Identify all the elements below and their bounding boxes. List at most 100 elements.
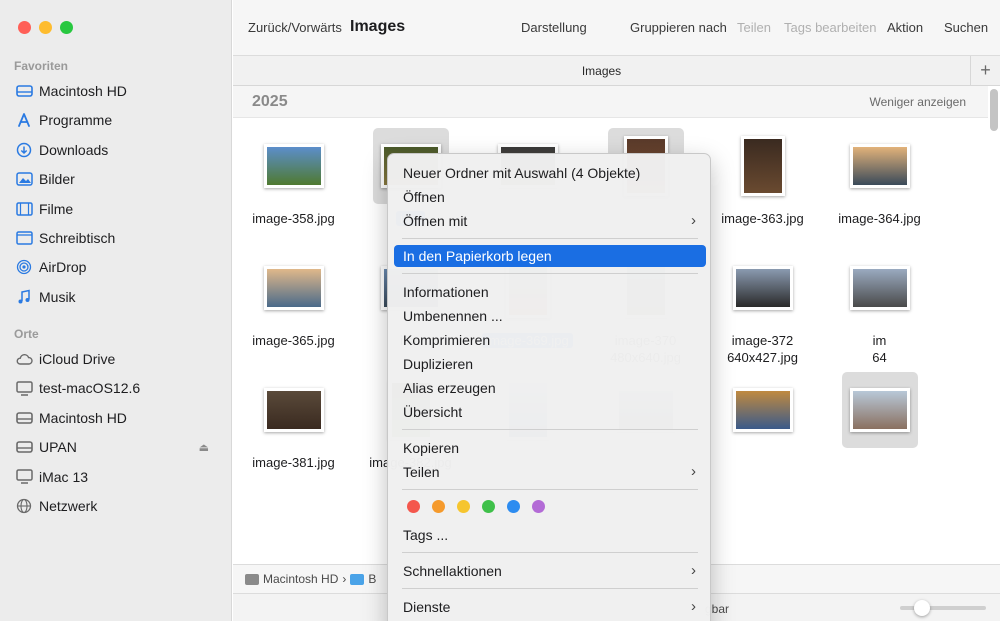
back-forward-button[interactable]: Zurück/Vorwärts bbox=[248, 20, 342, 35]
menu-divider bbox=[402, 489, 698, 490]
airdrop-icon bbox=[14, 258, 34, 276]
add-tab-button[interactable]: + bbox=[970, 56, 1000, 86]
file-item[interactable]: image-365.jpg bbox=[235, 250, 352, 349]
chevron-right-icon: › bbox=[691, 562, 696, 579]
minimize-window-button[interactable] bbox=[39, 21, 52, 34]
sidebar-item-musik[interactable]: Musik bbox=[14, 284, 219, 310]
menu-move-to-trash[interactable]: In den Papierkorb legen bbox=[394, 245, 706, 267]
file-item[interactable]: image-364.jpg bbox=[821, 128, 938, 227]
sidebar-item-label: AirDrop bbox=[39, 259, 87, 276]
show-less-button[interactable]: Weniger anzeigen bbox=[869, 95, 966, 109]
menu-compress[interactable]: Komprimieren bbox=[394, 329, 706, 351]
zoom-window-button[interactable] bbox=[60, 21, 73, 34]
share-button[interactable]: Teilen bbox=[737, 20, 771, 35]
icon-size-slider[interactable] bbox=[900, 600, 986, 616]
sidebar-item-label: iCloud Drive bbox=[39, 351, 116, 367]
vertical-scrollbar[interactable] bbox=[990, 89, 998, 131]
chevron-right-icon: › bbox=[691, 212, 696, 229]
desktop-icon bbox=[14, 229, 34, 247]
sidebar-item-macintosh-hd[interactable]: Macintosh HD bbox=[14, 78, 219, 104]
tag-color-dot[interactable] bbox=[432, 500, 445, 513]
sidebar-item-airdrop[interactable]: AirDrop bbox=[14, 254, 219, 280]
hard-drive-icon bbox=[245, 573, 259, 585]
computer-icon bbox=[14, 468, 34, 486]
sidebar-item-upan[interactable]: UPAN ⏏ bbox=[14, 434, 219, 460]
tag-color-dot[interactable] bbox=[507, 500, 520, 513]
close-window-button[interactable] bbox=[18, 21, 31, 34]
tag-color-dot[interactable] bbox=[482, 500, 495, 513]
tag-color-dot[interactable] bbox=[457, 500, 470, 513]
menu-rename[interactable]: Umbenennen ... bbox=[394, 305, 706, 327]
sidebar-item-macintosh-hd[interactable]: Macintosh HD bbox=[14, 405, 219, 431]
toolbar: Zurück/Vorwärts Images Darstellung Grupp… bbox=[233, 0, 1000, 56]
file-thumbnail[interactable] bbox=[256, 372, 332, 448]
menu-tags[interactable]: Tags ... bbox=[394, 524, 706, 546]
menu-divider bbox=[402, 273, 698, 274]
sidebar-item-downloads[interactable]: Downloads bbox=[14, 137, 219, 163]
tab-images[interactable]: Images bbox=[233, 64, 970, 78]
menu-quick-look[interactable]: Übersicht bbox=[394, 401, 706, 423]
tag-color-dot[interactable] bbox=[532, 500, 545, 513]
file-item[interactable]: image-372 640x427.jpg bbox=[704, 250, 821, 366]
file-item[interactable]: image-363.jpg bbox=[704, 128, 821, 227]
film-icon bbox=[14, 200, 34, 218]
file-thumbnail[interactable] bbox=[842, 250, 918, 326]
file-thumbnail[interactable] bbox=[725, 128, 801, 204]
network-icon bbox=[14, 497, 34, 515]
menu-duplicate[interactable]: Duplizieren bbox=[394, 353, 706, 375]
path-drive[interactable]: Macintosh HD bbox=[263, 572, 338, 586]
view-button[interactable]: Darstellung bbox=[521, 20, 587, 35]
action-button[interactable]: Aktion bbox=[887, 20, 923, 35]
sidebar-item-programme[interactable]: Programme bbox=[14, 107, 219, 133]
applications-icon bbox=[14, 111, 34, 129]
group-year: 2025 bbox=[252, 93, 288, 110]
menu-get-info[interactable]: Informationen bbox=[394, 281, 706, 303]
sidebar-item-test-macos12-6[interactable]: test-macOS12.6 bbox=[14, 375, 219, 401]
edit-tags-button[interactable]: Tags bearbeiten bbox=[784, 20, 877, 35]
sidebar-item-label: Programme bbox=[39, 112, 113, 129]
file-thumbnail[interactable] bbox=[842, 128, 918, 204]
file-thumbnail[interactable] bbox=[725, 250, 801, 326]
favorites-heading: Favoriten bbox=[14, 59, 69, 73]
menu-open-with[interactable]: Öffnen mit › bbox=[394, 210, 706, 232]
menu-services[interactable]: Dienste › bbox=[394, 596, 706, 618]
sidebar-item-bilder[interactable]: Bilder bbox=[14, 166, 219, 192]
menu-copy[interactable]: Kopieren bbox=[394, 437, 706, 459]
sidebar-item-filme[interactable]: Filme bbox=[14, 196, 219, 222]
slider-knob[interactable] bbox=[914, 600, 930, 616]
menu-divider bbox=[402, 552, 698, 553]
file-item[interactable] bbox=[704, 372, 821, 454]
hard-drive-icon bbox=[14, 438, 34, 456]
menu-services-label: Dienste bbox=[403, 599, 451, 615]
file-item[interactable]: im 64 bbox=[821, 250, 938, 366]
sidebar-item-schreibtisch[interactable]: Schreibtisch bbox=[14, 225, 219, 251]
file-thumbnail[interactable] bbox=[256, 250, 332, 326]
file-item[interactable]: image-381.jpg bbox=[235, 372, 352, 471]
tag-color-dot[interactable] bbox=[407, 500, 420, 513]
sidebar-item-icloud-drive[interactable]: iCloud Drive bbox=[14, 346, 219, 372]
file-name: image-358.jpg bbox=[252, 211, 335, 226]
menu-quick-actions[interactable]: Schnellaktionen › bbox=[394, 560, 706, 582]
sidebar-item-imac-13[interactable]: iMac 13 bbox=[14, 464, 219, 490]
eject-icon[interactable]: ⏏ bbox=[199, 441, 209, 454]
file-item[interactable] bbox=[821, 372, 938, 454]
menu-share[interactable]: Teilen › bbox=[394, 461, 706, 483]
file-thumbnail[interactable] bbox=[841, 372, 918, 448]
file-thumbnail[interactable] bbox=[256, 128, 332, 204]
search-button[interactable]: Suchen bbox=[944, 20, 988, 35]
sidebar-item-netzwerk[interactable]: Netzwerk bbox=[14, 493, 219, 519]
file-thumbnail[interactable] bbox=[725, 372, 801, 448]
menu-open[interactable]: Öffnen bbox=[394, 186, 706, 208]
menu-new-folder-with-selection[interactable]: Neuer Ordner mit Auswahl (4 Objekte) bbox=[394, 162, 706, 184]
group-header: 2025 Weniger anzeigen bbox=[233, 86, 988, 118]
hard-drive-icon bbox=[14, 82, 34, 100]
sidebar-item-label: Macintosh HD bbox=[39, 83, 127, 99]
menu-make-alias[interactable]: Alias erzeugen bbox=[394, 377, 706, 399]
path-folder[interactable]: B bbox=[368, 572, 376, 586]
computer-icon bbox=[14, 379, 34, 397]
sidebar-item-label: Downloads bbox=[39, 141, 109, 158]
menu-open-with-label: Öffnen mit bbox=[403, 213, 468, 229]
file-item[interactable]: image-358.jpg bbox=[235, 128, 352, 227]
file-name: image-364.jpg bbox=[838, 211, 921, 226]
group-by-button[interactable]: Gruppieren nach bbox=[630, 20, 727, 35]
